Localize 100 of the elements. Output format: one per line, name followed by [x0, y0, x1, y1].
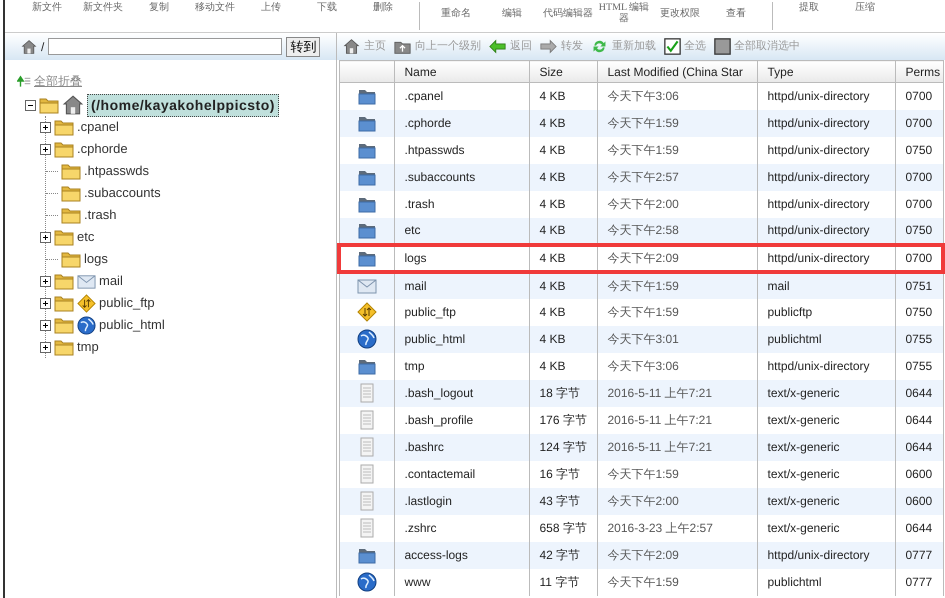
toolbar-button[interactable]: 代码编辑器 — [540, 2, 596, 24]
table-cell: 4 KB — [529, 326, 597, 352]
table-cell: 4 KB — [529, 218, 597, 244]
column-header[interactable]: Name — [394, 60, 529, 82]
table-cell: 今天下午2:58 — [597, 218, 757, 244]
toolbar-label: 全部取消选中 — [734, 38, 800, 54]
table-cell: 43 字节 — [529, 488, 597, 514]
expand-icon[interactable] — [40, 276, 51, 286]
toolbar-button[interactable]: 上传 — [243, 2, 299, 13]
collapse-icon — [17, 74, 31, 88]
toolbar-button[interactable]: 复制 — [131, 2, 187, 13]
table-cell: 今天下午2:57 — [597, 164, 757, 190]
table-cell: publichtml — [757, 326, 895, 352]
tree-item[interactable]: logs — [84, 249, 108, 269]
path-field[interactable] — [48, 38, 282, 55]
expand-icon[interactable] — [40, 320, 51, 330]
tree-item[interactable]: tmp — [77, 337, 99, 357]
table-cell: 0700 — [895, 164, 943, 190]
tree-item[interactable]: .trash — [84, 205, 117, 225]
table-cell: text/x-generic — [757, 488, 895, 514]
home-icon — [62, 94, 84, 116]
table-cell: 4 KB — [529, 110, 597, 136]
table-cell: public_html — [394, 326, 529, 352]
toolbar-button[interactable]: 更改权限 — [652, 2, 708, 24]
table-cell: text/x-generic — [757, 380, 895, 406]
tree-item[interactable]: public_html — [99, 315, 165, 335]
checkbox[interactable] — [714, 38, 731, 55]
expand-icon[interactable] — [40, 232, 51, 242]
globe-icon — [356, 572, 376, 592]
table-cell: publichtml — [757, 568, 895, 596]
tree-item[interactable]: .cpanel — [77, 117, 119, 137]
right-arrow-icon — [540, 38, 557, 55]
table-cell: 0600 — [895, 488, 943, 514]
tree-root-label[interactable]: (/home/kayakohelppicsto) — [87, 94, 279, 116]
column-header[interactable]: Last Modified (China Star — [597, 60, 757, 82]
table-cell: 0644 — [895, 380, 943, 406]
column-header[interactable]: Size — [529, 60, 597, 82]
expand-icon[interactable] — [40, 342, 51, 352]
table-cell: httpd/unix-directory — [757, 164, 895, 190]
table-cell: etc — [394, 218, 529, 244]
go-button[interactable]: 转到 — [286, 36, 320, 56]
path-prefix: / — [41, 38, 44, 56]
table-cell: 0755 — [895, 326, 943, 352]
toolbar-button[interactable]: 移动文件 — [187, 2, 243, 13]
home-icon — [21, 38, 37, 54]
table-cell: 2016-5-11 上午7:21 — [597, 434, 757, 460]
collapse-all-link[interactable]: 全部折叠 — [34, 72, 82, 90]
expand-icon[interactable] — [40, 144, 51, 154]
toolbar-button[interactable]: 重命名 — [428, 2, 484, 24]
table-cell: 0750 — [895, 218, 943, 244]
table-cell: www — [394, 568, 529, 596]
tree-item[interactable]: mail — [99, 271, 123, 291]
table-cell: 0644 — [895, 434, 943, 460]
table-cell: .bashrc — [394, 434, 529, 460]
table-cell: 0777 — [895, 542, 943, 568]
tree-item[interactable]: .htpasswds — [84, 161, 150, 181]
table-cell: 今天下午2:00 — [597, 488, 757, 514]
toolbar-button[interactable]: 提取 — [781, 2, 837, 13]
checkbox[interactable] — [664, 38, 681, 55]
toolbar-button[interactable]: 压缩 — [837, 2, 893, 13]
table-cell: access-logs — [394, 542, 529, 568]
arrows-icon — [77, 294, 96, 312]
table-cell: 今天下午1:59 — [597, 568, 757, 596]
toolbar-button[interactable]: HTML 编辑器 — [596, 2, 652, 24]
globe-icon — [77, 316, 96, 334]
toolbar-button[interactable]: 新文件 — [19, 2, 75, 13]
table-cell: .subaccounts — [394, 164, 529, 190]
table-cell: 今天下午1:59 — [597, 110, 757, 136]
table-cell: text/x-generic — [757, 434, 895, 460]
table-cell: .cphorde — [394, 110, 529, 136]
table-cell: 42 字节 — [529, 542, 597, 568]
collapse-icon[interactable] — [25, 100, 36, 110]
left-arrow-icon — [489, 38, 506, 55]
table-cell: 124 字节 — [529, 434, 597, 460]
tree-item[interactable]: etc — [77, 227, 94, 247]
tree-item[interactable]: .subaccounts — [84, 183, 161, 203]
column-header[interactable]: Type — [757, 60, 895, 82]
tree-item[interactable]: public_ftp — [99, 293, 155, 313]
table-cell: 11 字节 — [529, 568, 597, 596]
table-cell: 0700 — [895, 110, 943, 136]
table-cell: 今天下午3:01 — [597, 326, 757, 352]
table-cell: .bash_logout — [394, 380, 529, 406]
expand-icon[interactable] — [40, 298, 51, 308]
column-header[interactable]: Perms — [895, 60, 943, 82]
expand-icon[interactable] — [40, 122, 51, 132]
toolbar-label: 全选 — [684, 39, 706, 54]
table-cell: 4 KB — [529, 164, 597, 190]
toolbar-button[interactable]: 删除 — [355, 2, 411, 13]
arrows-icon — [356, 302, 376, 322]
toolbar-button[interactable]: 编辑 — [484, 2, 540, 24]
table-cell: httpd/unix-directory — [757, 110, 895, 136]
toolbar-button[interactable]: 新文件夹 — [75, 2, 131, 13]
toolbar-button[interactable]: 下载 — [299, 2, 355, 13]
home-icon — [343, 38, 360, 55]
globe-icon — [356, 329, 376, 349]
toolbar-button[interactable]: 查看 — [708, 2, 764, 24]
tree-item[interactable]: .cphorde — [77, 139, 128, 159]
table-cell: 2016-5-11 上午7:21 — [597, 380, 757, 406]
table-cell: 18 字节 — [529, 380, 597, 406]
table-cell: 0777 — [895, 568, 943, 596]
